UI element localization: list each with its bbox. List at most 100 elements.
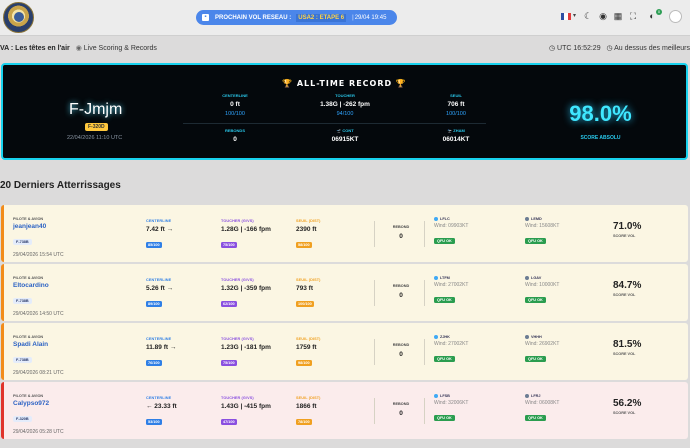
stat-value: 706 ft — [447, 101, 465, 108]
va-title: VA : Les têtes en l'air — [0, 45, 70, 52]
rebond-block: REBOND 0 — [387, 284, 415, 299]
clock-icon: ◷ — [548, 45, 556, 52]
departure-wind: Wind: 27002KT — [434, 341, 469, 347]
qfu-badge: QFU OK — [434, 356, 455, 362]
landing-icon — [525, 335, 529, 339]
vol-score-label: SCORE VOL — [613, 293, 636, 297]
departure-block: ZJHK Wind: 27002KT QFU OK — [434, 335, 468, 365]
avatar[interactable] — [669, 10, 682, 23]
toucher-value: 1.32G | -359 fpm — [221, 285, 271, 292]
pilot-name[interactable]: Eltocardino — [13, 282, 64, 289]
top-navbar: ▪ PROCHAIN VOL RESEAU : USA2 : ETAPE 6 |… — [0, 0, 690, 36]
record-registration: F-Jmjm — [69, 101, 123, 118]
chevron-down-icon[interactable]: ▾ — [573, 12, 576, 19]
fullscreen-icon[interactable]: ⛶ — [628, 11, 638, 21]
rebond-block: REBOND 0 — [387, 343, 415, 358]
departure-block: LFLC Wind: 09903KT QFU OK — [434, 217, 468, 247]
aircraft-badge: F-738B — [13, 239, 32, 245]
stat-score: 100/100 — [446, 111, 466, 117]
divider — [424, 339, 425, 365]
vol-score-label: SCORE VOL — [613, 411, 636, 415]
moon-icon[interactable]: ☾ — [583, 11, 593, 21]
divider — [424, 280, 425, 306]
pilot-name[interactable]: Spadi Alain — [13, 341, 64, 348]
discord-icon[interactable]: ◉ — [598, 11, 608, 21]
landing-card[interactable]: PILOTE & AVION Spadi Alain F-738B 29/04/202… — [1, 323, 688, 380]
rebond-label: REBOND — [392, 343, 410, 347]
departure-code: LFSB — [440, 394, 450, 398]
stat-value: 1.38G | -262 fpm — [320, 101, 370, 108]
record-stat-seuil: SEUIL 706 ft 100/100 — [416, 93, 496, 117]
record-date: 22/04/2026 11:10 UTC — [67, 135, 123, 141]
pilot-block: PILOTE & AVION jeanjean40 F-738B 29/04/2026… — [13, 217, 64, 258]
centerline-score: 53/100 — [146, 419, 162, 425]
grid-icon[interactable]: ▦ — [613, 11, 623, 21]
rebond-value: 0 — [399, 351, 403, 358]
stat-label: CENTERLINE — [222, 93, 248, 98]
va-logo[interactable] — [3, 2, 34, 33]
toucher-block: TOUCHER (G/VS) 1.23G | -181 fpm 75/100 — [221, 337, 271, 369]
language-flag-icon[interactable] — [561, 13, 571, 20]
rebond-block: REBOND 0 — [387, 402, 415, 417]
vol-score-block: 56.2% SCORE VOL — [613, 398, 641, 415]
landings-title: 20 Derniers Atterrissages — [0, 180, 121, 191]
rebond-label: REBOND — [392, 402, 410, 406]
toucher-value: 1.43G | -415 fpm — [221, 403, 271, 410]
rebond-label: REBOND — [392, 284, 410, 288]
landing-card[interactable]: PILOTE & AVION jeanjean40 F-738B 29/04/2026… — [1, 205, 688, 262]
toucher-score: 62/100 — [221, 301, 237, 307]
next-flight-pill[interactable]: ▪ PROCHAIN VOL RESEAU : USA2 : ETAPE 6 |… — [196, 10, 397, 25]
centerline-block: CENTERLINE 11.89 ft → 76/100 — [146, 337, 176, 369]
qfu-badge: QFU OK — [525, 356, 546, 362]
record-divider — [183, 123, 486, 124]
next-flight-stage: USA2 : ETAPE 6 — [296, 13, 347, 22]
seuil-score: 100/100 — [296, 301, 314, 307]
seuil-value: 793 ft — [296, 285, 313, 292]
stat-value: 06915KT — [331, 136, 359, 143]
departure-block: LTFM Wind: 27002KT QFU OK — [434, 276, 468, 306]
arrival-block: LEMD Wind: 15608KT QFU OK — [525, 217, 559, 247]
stat-value: 0 ft — [230, 101, 240, 108]
utc-clock: UTC 16:52:29 — [557, 45, 601, 52]
record-stat-toucher: TOUCHER 1.38G | -262 fpm 94/100 — [305, 93, 385, 117]
rebond-value: 0 — [399, 292, 403, 299]
centerline-value: 11.89 ft → — [146, 344, 177, 351]
vol-score-label: SCORE VOL — [613, 352, 636, 356]
landing-card[interactable]: PILOTE & AVION Eltocardino F-738B 29/04/202… — [1, 264, 688, 321]
seuil-block: SEUIL (DIST) 1866 ft 78/100 — [296, 396, 321, 428]
landing-card[interactable]: PILOTE & AVION Calypso972 F-320B 29/04/2026… — [1, 382, 688, 439]
stat-score: 100/100 — [225, 111, 245, 117]
next-flight-time: 29/04 19:45 — [354, 14, 387, 21]
stat-label: REBONDS — [224, 128, 245, 133]
rebond-label: REBOND — [392, 225, 410, 229]
arrival-code: LEMD — [531, 217, 542, 221]
toucher-score: 75/100 — [221, 242, 237, 248]
arrival-block: LGAV Wind: 10000KT QFU OK — [525, 276, 559, 306]
departure-code: ZJHK — [440, 335, 450, 339]
seuil-block: SEUIL (DIST) 793 ft 100/100 — [296, 278, 321, 310]
landing-date: 29/04/2026 15:54 UTC — [13, 252, 64, 258]
departure-wind: Wind: 32006KT — [434, 400, 469, 406]
centerline-value: ← 23.33 ft — [146, 403, 177, 410]
pilot-name[interactable]: jeanjean40 — [13, 223, 64, 230]
toucher-label: TOUCHER (G/VS) — [221, 278, 254, 282]
pilot-block: PILOTE & AVION Eltocardino F-738B 29/04/202… — [13, 276, 64, 317]
toucher-label: TOUCHER (G/VS) — [221, 396, 254, 400]
arrival-code: VHHH — [531, 335, 542, 339]
rebond-value: 0 — [399, 233, 403, 240]
vol-score-value: 81.5% — [613, 339, 642, 350]
record-score-label: SCORE ABSOLU — [580, 135, 621, 141]
pilot-label: PILOTE & AVION — [13, 276, 44, 280]
record-stat-arrival-wind: 🛬 ZHAM 06014KT — [416, 128, 496, 143]
takeoff-icon — [434, 276, 438, 280]
centerline-score: 85/100 — [146, 242, 162, 248]
record-score: 98.0% — [569, 101, 632, 126]
centerline-score: 89/100 — [146, 301, 162, 307]
arrival-wind: Wind: 15608KT — [525, 223, 560, 229]
arrival-code: LGAV — [531, 276, 542, 280]
pilot-name[interactable]: Calypso972 — [13, 400, 64, 407]
seuil-score: 98/100 — [296, 360, 312, 366]
pilot-block: PILOTE & AVION Calypso972 F-320B 29/04/2026… — [13, 394, 64, 435]
aircraft-badge: F-738B — [13, 357, 32, 363]
landing-date: 29/04/2026 05:28 UTC — [13, 429, 64, 435]
